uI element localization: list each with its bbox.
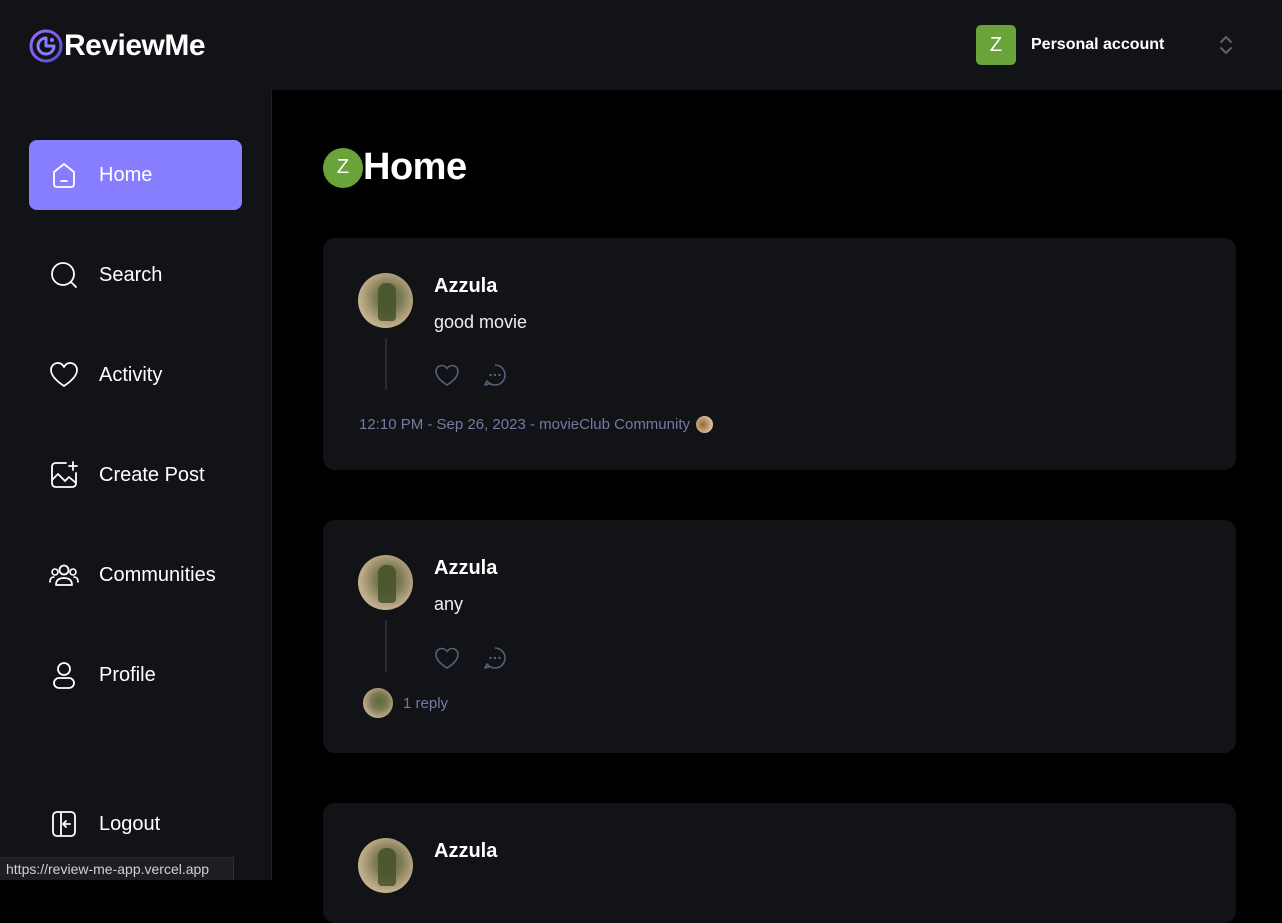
top-bar: ReviewMe Z Personal account <box>0 0 1282 90</box>
replies-link[interactable]: 1 reply <box>363 688 448 718</box>
post-text: any <box>434 594 464 614</box>
left-sidebar: Home Search Activity Create Post Communi… <box>0 90 272 880</box>
post-card: Azzula any 1 reply <box>323 520 1236 753</box>
chevron-up-down-icon[interactable] <box>1216 33 1236 57</box>
communities-icon <box>49 564 79 586</box>
reply-avatar <box>363 688 393 718</box>
sidebar-item-label: Profile <box>99 663 156 686</box>
create-post-icon <box>51 461 78 488</box>
page-title: Home <box>363 146 467 188</box>
sidebar-item-create-post[interactable]: Create Post <box>29 440 242 510</box>
browser-status-bar: https://review-me-app.vercel.app <box>0 857 234 880</box>
thread-line <box>385 338 387 390</box>
reply-icon[interactable] <box>482 645 508 671</box>
author-avatar[interactable] <box>358 838 413 893</box>
sidebar-item-search[interactable]: Search <box>29 240 242 310</box>
account-label: Personal account <box>1031 36 1165 53</box>
post-author[interactable]: Azzula <box>434 557 497 580</box>
sidebar-item-label: Activity <box>99 363 163 386</box>
home-icon <box>53 163 75 188</box>
post-text: good movie <box>434 312 528 332</box>
post-author[interactable]: Azzula <box>434 840 497 863</box>
avatar[interactable]: Z <box>323 147 363 188</box>
post-meta: 12:10 PM - Sep 26, 2023 - movieClub Comm… <box>359 416 713 433</box>
reply-count: 1 reply <box>403 694 449 712</box>
logout-button[interactable]: Logout <box>29 789 242 859</box>
post-actions <box>434 362 530 388</box>
post-card: Azzula <box>323 803 1236 923</box>
profile-icon <box>53 662 75 689</box>
post-actions <box>434 645 530 671</box>
sidebar-item-label: Home <box>99 163 153 186</box>
heart-icon <box>50 362 78 387</box>
logout-label: Logout <box>99 812 161 835</box>
sidebar-item-label: Search <box>99 263 163 286</box>
post-card: Azzula good movie 12:10 PM - Sep 26, 202… <box>323 238 1236 470</box>
sidebar-item-communities[interactable]: Communities <box>29 540 242 610</box>
sidebar-item-home[interactable]: Home <box>29 140 242 210</box>
author-avatar[interactable] <box>358 273 413 328</box>
post-author[interactable]: Azzula <box>434 275 497 298</box>
thread-line <box>385 620 387 672</box>
author-avatar[interactable] <box>358 555 413 610</box>
search-icon <box>51 262 77 288</box>
account-switcher[interactable]: Z Personal account <box>976 25 1164 65</box>
app-name: ReviewMe <box>64 29 206 62</box>
logout-icon <box>52 811 76 837</box>
heart-icon[interactable] <box>434 645 460 671</box>
main-content: Z Home Azzula good movie 12:10 PM - Sep … <box>273 90 1282 923</box>
sidebar-item-profile[interactable]: Profile <box>29 640 242 710</box>
app-logo[interactable]: ReviewMe <box>28 28 206 64</box>
sidebar-item-label: Communities <box>99 563 216 586</box>
community-avatar[interactable] <box>696 416 713 433</box>
heart-icon[interactable] <box>434 362 460 388</box>
sidebar-item-label: Create Post <box>99 463 205 486</box>
logo-icon <box>29 29 63 63</box>
sidebar-item-activity[interactable]: Activity <box>29 340 242 410</box>
reply-icon[interactable] <box>482 362 508 388</box>
account-avatar: Z <box>976 25 1016 65</box>
page-header: Z Home <box>323 146 467 189</box>
post-meta-text: 12:10 PM - Sep 26, 2023 - movieClub Comm… <box>359 416 690 433</box>
